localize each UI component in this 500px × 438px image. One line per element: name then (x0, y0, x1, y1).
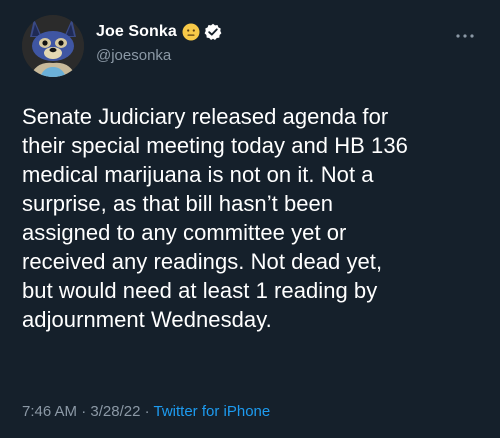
avatar[interactable]: J (22, 15, 84, 77)
meta-separator: · (140, 403, 154, 420)
tweet-date[interactable]: 3/28/22 (90, 403, 140, 420)
avatar-image: J (22, 15, 84, 77)
tweet-meta: 7:46 AM · 3/28/22 · Twitter for iPhone (22, 403, 270, 420)
tweet-time[interactable]: 7:46 AM (22, 403, 77, 420)
svg-text:J: J (26, 19, 30, 28)
neutral-face-emoji-icon (182, 23, 200, 41)
name-row: Joe Sonka (96, 21, 222, 43)
handle[interactable]: @joesonka (96, 47, 171, 64)
tweet-card: J Joe Sonka @joesonka Senate Judiciary r… (0, 0, 500, 438)
verified-badge-icon (204, 23, 222, 41)
meta-separator: · (77, 403, 91, 420)
tweet-source-link[interactable]: Twitter for iPhone (154, 403, 271, 420)
tweet-text: Senate Judiciary released agenda for the… (22, 104, 408, 332)
display-name[interactable]: Joe Sonka (96, 23, 177, 41)
more-options-icon[interactable] (454, 28, 476, 38)
